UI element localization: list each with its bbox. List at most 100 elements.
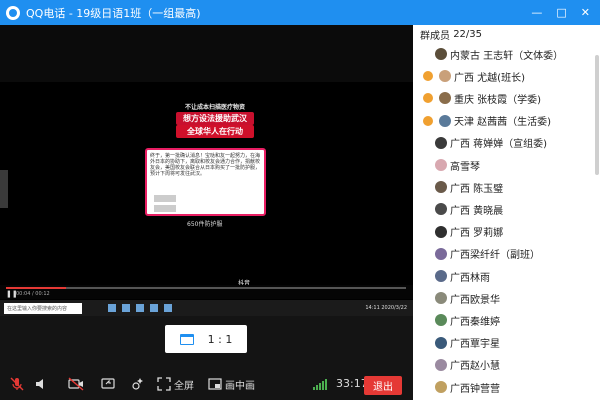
avatar [435,358,447,371]
member-row[interactable]: 广西覃宇星 [413,332,600,354]
taskbar-app-icon [150,304,158,312]
avatar [435,336,447,349]
person-icon [423,115,433,126]
member-scrollbar[interactable] [595,55,599,175]
avatar [435,270,447,282]
fullscreen-button[interactable]: 全屏 [157,374,194,394]
member-name: 高雪琴 [450,161,480,173]
screen-share-icon[interactable] [98,374,118,394]
member-name: 广西赵小慧 [450,361,500,373]
picture-in-picture-icon [208,378,222,390]
member-name: 广西梁纤纤（副班） [450,250,540,262]
member-name: 广西钟营营 [450,383,500,395]
member-row[interactable]: 广西欧景华 [413,287,600,309]
member-row[interactable]: 广西 陈玉璧 [413,176,600,198]
member-name: 广西 尤越(班长) [454,72,525,84]
member-name: 广西 陈玉璧 [450,183,504,195]
news-card-text: 终于，第一批确认消息！宝哒和友一起努力，在海外日本的协助下，离取和校友会通力合作… [150,153,261,177]
progress-bar[interactable] [6,287,406,289]
taskbar-search: 在这里输入你要搜索的内容 [4,302,82,314]
member-row[interactable]: 重庆 张枝霞（学委) [413,87,600,109]
screen-icon [179,333,194,345]
mic-muted-icon[interactable] [7,374,27,394]
signal-bar [313,387,315,390]
avatar [435,247,447,260]
exit-button[interactable]: 退出 [364,376,402,395]
qq-logo-icon [6,5,20,20]
member-row[interactable]: 天津 赵茜茜（生活委) [413,110,600,132]
member-name: 广西 黄晓晨 [450,205,504,217]
avatar [439,70,451,83]
member-row[interactable]: 广西梁纤纤（副班） [413,243,600,265]
signal-bar [319,383,321,390]
signal-bar [322,381,324,390]
window-controls: — □ ✕ [531,6,590,19]
member-row[interactable]: 高雪琴 [413,154,600,176]
taskbar-apps [108,304,172,312]
play-time: 00:04 / 00:12 [16,291,50,297]
member-name: 广西 蒋婵婵（宣组委) [450,139,548,151]
member-row[interactable]: 广西 尤越(班长) [413,65,600,87]
member-row[interactable]: 广西钟营营 [413,376,600,398]
call-timer: 33:17 [336,377,368,390]
member-row[interactable]: 广西 黄晓晨 [413,198,600,220]
avatar [435,159,447,171]
aspect-ratio-label: 1 : 1 [207,332,233,346]
speaker-icon[interactable] [31,374,51,394]
speaking-person-icon [421,91,435,105]
member-row[interactable]: 广西 罗莉娜 [413,221,600,243]
side-collapse-tab[interactable] [0,170,8,208]
card-image-placeholder [154,195,176,202]
minimize-button[interactable]: — [531,6,542,19]
avatar [439,114,451,127]
close-button[interactable]: ✕ [581,6,590,19]
member-name: 广西秦维婷 [450,316,500,328]
member-header-label: 群成员 [420,30,450,42]
news-card: 终于，第一批确认消息！宝哒和友一起努力，在海外日本的协助下，离取和校友会通力合作… [145,148,266,216]
avatar [435,181,447,194]
effects-icon[interactable] [128,374,148,394]
member-row[interactable]: 广西林雨 [413,265,600,287]
signal-bar [316,385,318,390]
avatar [439,92,451,105]
avatar [435,203,447,216]
progress-fill [6,287,66,289]
member-row[interactable]: 内蒙古 王志轩（文体委） [413,43,600,65]
person-icon [423,71,433,82]
taskbar-app-icon [136,304,144,312]
screen-top-band [0,25,413,82]
fullscreen-icon [157,377,171,391]
signal-strength-icon [313,378,327,390]
member-panel: 群成员 22/35 内蒙古 王志轩（文体委） 广西 尤越(班长) 重庆 张枝霞（学委… [413,25,600,400]
aspect-ratio-button[interactable]: 1 : 1 [165,325,247,353]
person-icon [423,93,433,104]
speaking-person-icon [421,69,435,83]
shared-taskbar: 在这里输入你要搜索的内容 14:11 2020/3/22 [0,300,413,316]
member-name: 重庆 张枝霞（学委) [454,94,542,106]
maximize-button[interactable]: □ [556,6,566,19]
avatar [435,314,447,327]
camera-off-icon[interactable] [66,374,86,394]
member-name: 广西 罗莉娜 [450,228,504,240]
player-controls: ❚❚ 00:04 / 00:12 [0,285,413,299]
member-name: 广西覃宇星 [450,339,500,351]
taskbar-clock: 14:11 2020/3/22 [365,305,407,311]
avatar [435,292,447,305]
taskbar-app-icon [108,304,116,312]
pip-label: 画中画 [225,380,255,392]
speaking-person-icon [421,114,435,128]
member-header: 群成员 22/35 [413,25,600,43]
taskbar-app-icon [164,304,172,312]
pip-button[interactable]: 画中画 [208,374,255,394]
member-row[interactable]: 广西 蒋婵婵（宣组委) [413,132,600,154]
member-row[interactable]: 广西秦维婷 [413,309,600,331]
member-row[interactable]: 广西赵小慧 [413,354,600,376]
member-name: 广西欧景华 [450,294,500,306]
title-bar: QQ电话 - 19级日语1班（一组最高) — □ ✕ [0,0,600,25]
fullscreen-label: 全屏 [174,380,194,392]
card-image-placeholder [154,205,176,212]
video-caption: 650件防护服 [187,221,223,228]
avatar [435,136,447,149]
window-title: QQ电话 - 19级日语1班（一组最高) [26,6,201,20]
member-name: 天津 赵茜茜（生活委) [454,117,552,129]
